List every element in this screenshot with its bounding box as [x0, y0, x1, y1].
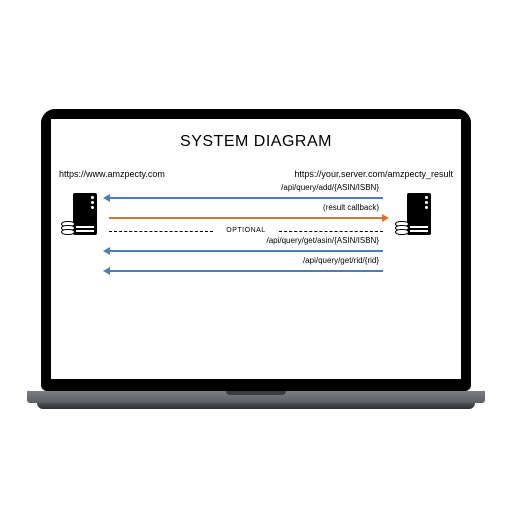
laptop-base	[27, 391, 485, 403]
arrow-head-right-icon	[382, 214, 389, 222]
disk-stack-icon	[395, 221, 409, 235]
diagram-title: SYSTEM DIAGRAM	[51, 119, 461, 151]
arrow-get-asin: /api/query/get/asin/{ASIN/ISBN}	[109, 236, 383, 254]
server-icon	[73, 193, 97, 235]
endpoint-right-url: https://your.server.com/amzpecty_result	[294, 169, 453, 179]
server-row: /api/query/add/{ASIN/ISBN} (result callb…	[59, 183, 453, 323]
arrow-head-left-icon	[103, 267, 110, 275]
endpoint-labels: https://www.amzpecty.com https://your.se…	[59, 169, 453, 179]
arrow-head-left-icon	[103, 194, 110, 202]
arrow-stack: /api/query/add/{ASIN/ISBN} (result callb…	[109, 183, 383, 276]
arrow-line	[109, 250, 383, 252]
server-left	[61, 193, 97, 235]
arrow-line	[109, 270, 383, 272]
diagram-canvas: SYSTEM DIAGRAM https://www.amzpecty.com …	[51, 119, 461, 379]
disk-stack-icon	[61, 221, 75, 235]
optional-label: OPTIONAL	[226, 227, 265, 234]
arrow-add-label: /api/query/add/{ASIN/ISBN}	[109, 183, 383, 193]
laptop-frame: SYSTEM DIAGRAM https://www.amzpecty.com …	[41, 109, 471, 403]
laptop-screen-bezel: SYSTEM DIAGRAM https://www.amzpecty.com …	[41, 109, 471, 391]
arrow-get-asin-label: /api/query/get/asin/{ASIN/ISBN}	[109, 236, 383, 246]
diagram-content: https://www.amzpecty.com https://your.se…	[51, 169, 461, 323]
server-icon	[407, 193, 431, 235]
laptop-notch	[221, 109, 291, 119]
arrow-head-left-icon	[103, 247, 110, 255]
arrow-get-rid: /api/query/get/rid/{rid}	[109, 256, 383, 274]
arrow-callback: (result callback)	[109, 203, 383, 221]
arrow-callback-label: (result callback)	[109, 203, 383, 213]
endpoint-left-url: https://www.amzpecty.com	[59, 169, 165, 179]
arrow-get-rid-label: /api/query/get/rid/{rid}	[109, 256, 383, 266]
arrow-line	[109, 217, 383, 219]
server-right	[395, 193, 431, 235]
arrow-line	[109, 197, 383, 199]
optional-divider: OPTIONAL	[109, 227, 383, 234]
arrow-add: /api/query/add/{ASIN/ISBN}	[109, 183, 383, 201]
trackpad-notch	[226, 391, 286, 395]
